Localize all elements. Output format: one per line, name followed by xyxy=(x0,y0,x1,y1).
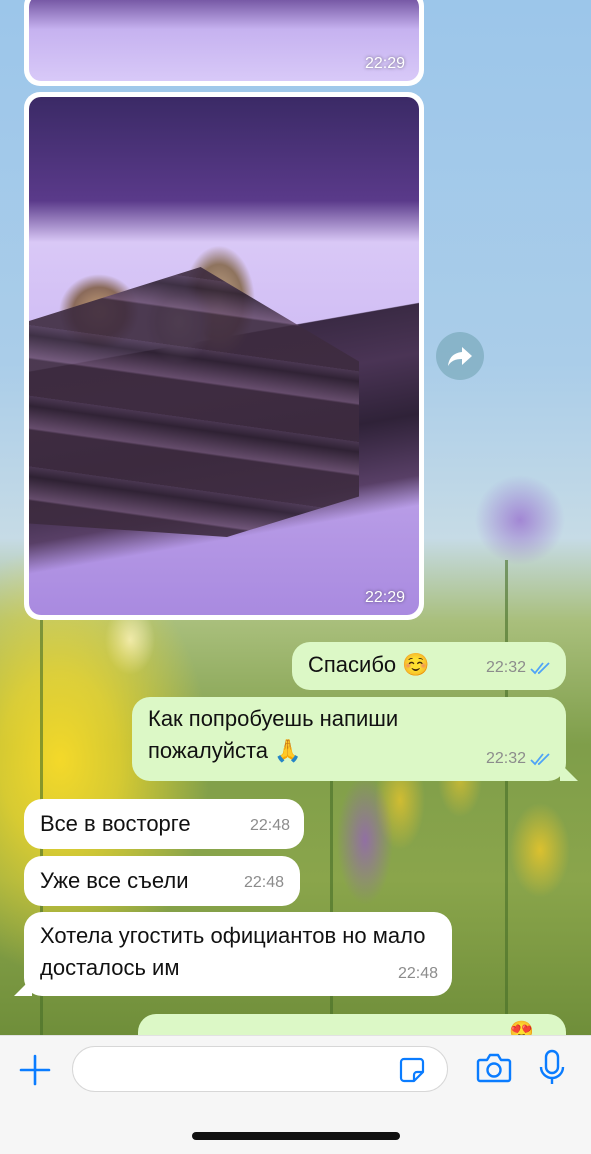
message-text: Спасибо ☺️ xyxy=(308,652,430,677)
message-time: 22:32 xyxy=(485,659,526,676)
microphone-icon xyxy=(539,1049,565,1084)
message-text: Хотела угостить официантов но мало доста… xyxy=(40,923,426,980)
voice-message-button[interactable] xyxy=(538,1049,566,1092)
composer-bar xyxy=(0,1035,591,1154)
message-input[interactable] xyxy=(72,1046,448,1092)
double-check-icon xyxy=(530,662,550,675)
attach-button[interactable] xyxy=(19,1054,51,1091)
message-text: Все в восторге xyxy=(40,811,191,836)
message-meta: 22:32 xyxy=(486,743,552,775)
message-time: 22:48 xyxy=(249,817,290,834)
forward-button[interactable] xyxy=(436,332,484,380)
image-message[interactable]: 22:29 xyxy=(24,0,424,86)
home-indicator[interactable] xyxy=(192,1132,400,1140)
message-time: 22:48 xyxy=(243,874,284,891)
outgoing-message[interactable]: Как попробуешь напиши пожалуйста 🙏 22:32 xyxy=(132,697,566,781)
message-text: Уже все съели xyxy=(40,868,189,893)
message-meta: 22:48 xyxy=(250,810,290,842)
message-time: 22:29 xyxy=(364,589,405,606)
outgoing-message[interactable]: Спасибо ☺️ 22:32 xyxy=(292,642,566,690)
message-meta: 22:48 xyxy=(398,958,438,990)
message-text: Как попробуешь напиши пожалуйста 🙏 xyxy=(148,706,399,763)
cake-photo[interactable]: 22:29 xyxy=(29,97,419,615)
message-time: 22:48 xyxy=(397,965,438,982)
forward-icon xyxy=(448,347,472,366)
cake-photo[interactable]: 22:29 xyxy=(29,0,419,81)
message-meta: 22:32 xyxy=(486,652,552,684)
incoming-message[interactable]: Уже все съели 22:48 xyxy=(24,856,300,906)
image-message[interactable]: 22:29 xyxy=(24,92,424,620)
plus-icon xyxy=(19,1054,51,1086)
message-meta: 22:48 xyxy=(244,867,284,899)
cake-slice-graphic xyxy=(29,267,359,537)
camera-icon xyxy=(476,1053,512,1083)
camera-button[interactable] xyxy=(476,1052,512,1089)
incoming-message[interactable]: Все в восторге 22:48 xyxy=(24,799,304,849)
double-check-icon xyxy=(530,753,550,766)
message-time: 22:32 xyxy=(485,750,526,767)
sticker-icon xyxy=(399,1057,425,1083)
sticker-button[interactable] xyxy=(399,1057,425,1088)
incoming-message[interactable]: Хотела угостить официантов но мало доста… xyxy=(24,912,452,996)
message-time: 22:29 xyxy=(364,55,405,72)
wallpaper-flower-stem xyxy=(505,560,508,1035)
